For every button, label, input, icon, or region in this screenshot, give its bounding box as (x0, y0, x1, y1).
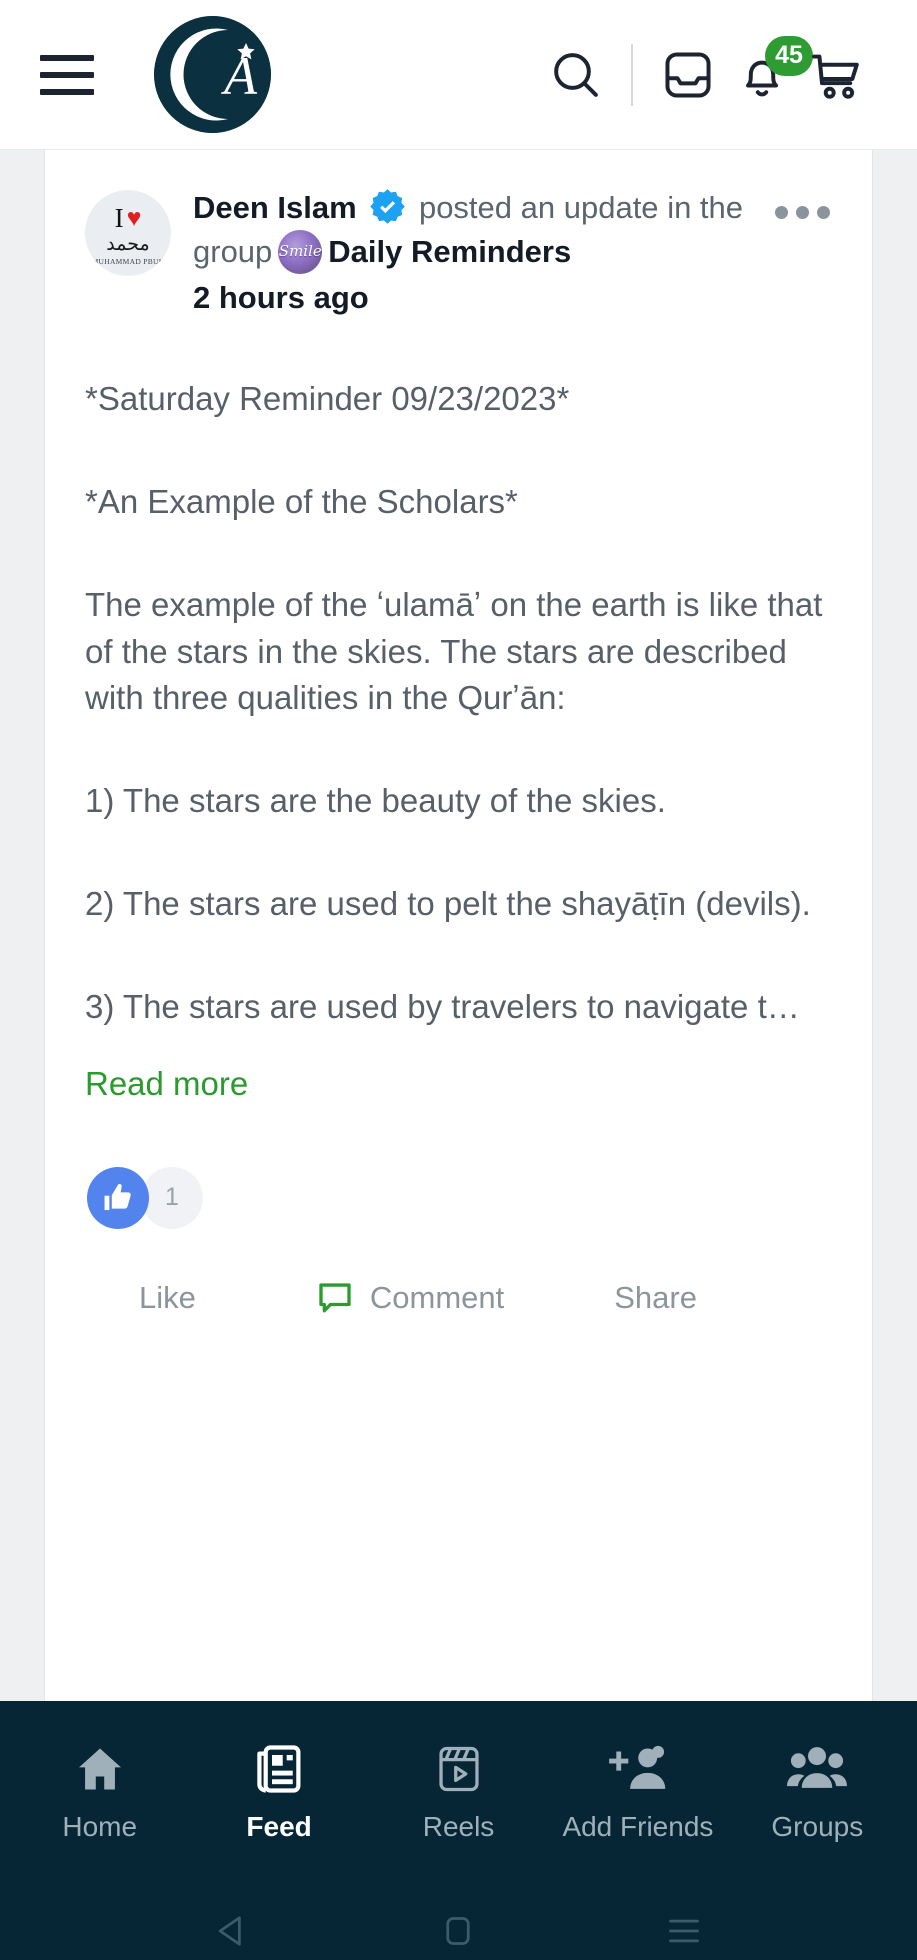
avatar-love-line: I ♥ (114, 202, 142, 233)
post-paragraph: *An Example of the Scholars* (85, 482, 518, 520)
search-icon[interactable] (539, 38, 613, 112)
bottom-navigation: Home Feed Reels Add Friends Groups (0, 1701, 917, 1879)
avatar-i-letter: I (114, 202, 124, 233)
post-paragraph: 1) The stars are the beauty of the skies… (85, 782, 666, 820)
post-author-name[interactable]: Deen Islam (193, 190, 357, 225)
svg-text:A: A (221, 46, 258, 106)
post-paragraph: 3) The stars are used by travelers to na… (85, 988, 800, 1026)
comment-button[interactable]: Comment (314, 1277, 504, 1319)
verified-badge-icon (370, 189, 406, 224)
avatar[interactable]: I ♥ محمد MUHAMMAD PBUH (85, 190, 171, 276)
like-button[interactable]: Like (139, 1280, 196, 1316)
system-back-icon[interactable] (211, 1909, 255, 1953)
home-icon (72, 1737, 128, 1797)
app-logo[interactable]: A (154, 16, 271, 133)
dot (796, 206, 809, 219)
avatar-arabic-name: محمد (106, 232, 150, 255)
android-system-bar (0, 1879, 917, 1960)
app-header: A 45 (0, 0, 917, 150)
nav-item-groups[interactable]: Groups (728, 1737, 907, 1843)
post-card: I ♥ محمد MUHAMMAD PBUH Deen Islam posted… (44, 150, 873, 1701)
group-avatar[interactable] (278, 230, 323, 275)
post-paragraph: 2) The stars are used to pelt the shayāṭ… (85, 885, 811, 923)
header-divider (631, 43, 633, 106)
post-paragraph: *Saturday Reminder 09/23/2023* (85, 380, 570, 418)
reels-icon (431, 1737, 487, 1797)
post-body: *Saturday Reminder 09/23/2023* *An Examp… (85, 376, 832, 1103)
nav-label: Home (62, 1811, 138, 1842)
post-meta: Deen Islam posted an update in the group… (193, 186, 832, 320)
hamburger-bar (40, 71, 94, 78)
crescent-star-logo-icon: A (154, 16, 271, 133)
like-label: Like (139, 1279, 196, 1315)
avatar-subtitle: MUHAMMAD PBUH (91, 256, 165, 266)
reaction-count: 1 (141, 1166, 203, 1229)
system-recents-icon[interactable] (662, 1909, 706, 1953)
hamburger-bar (40, 88, 94, 95)
thumbs-up-icon[interactable] (87, 1166, 149, 1229)
notifications-icon[interactable]: 45 (725, 35, 813, 112)
nav-item-home[interactable]: Home (10, 1737, 189, 1843)
post-paragraph: The example of the ʻulamāʼ on the earth … (85, 585, 823, 717)
header-tools: 45 (539, 35, 873, 112)
nav-label: Add Friends (562, 1811, 714, 1842)
comment-label: Comment (369, 1279, 505, 1315)
nav-item-add-friends[interactable]: Add Friends (548, 1737, 727, 1843)
feed-icon (251, 1737, 307, 1797)
groups-icon (787, 1737, 848, 1797)
share-button[interactable]: Share (614, 1280, 697, 1316)
hamburger-bar (40, 54, 94, 61)
post-timestamp: 2 hours ago (193, 280, 369, 316)
dot (817, 206, 830, 219)
heart-icon: ♥ (126, 204, 142, 232)
cart-icon[interactable] (799, 38, 873, 112)
post-header: I ♥ محمد MUHAMMAD PBUH Deen Islam posted… (85, 186, 832, 320)
dot (775, 206, 788, 219)
system-home-icon[interactable] (436, 1909, 480, 1953)
nav-label: Reels (422, 1811, 495, 1842)
share-label: Share (614, 1279, 697, 1315)
add-friends-icon (608, 1737, 668, 1797)
read-more-link[interactable]: Read more (85, 1065, 248, 1103)
post-actions: Like Comment Share (85, 1277, 832, 1319)
menu-icon[interactable] (40, 53, 94, 97)
post-action-text: posted an update (418, 190, 659, 225)
comment-bubble-icon (319, 1283, 351, 1313)
feed-scroll-area[interactable]: I ♥ محمد MUHAMMAD PBUH Deen Islam posted… (0, 150, 917, 1701)
post-group-name[interactable]: Daily Reminders (328, 234, 571, 269)
nav-item-feed[interactable]: Feed (189, 1737, 368, 1843)
nav-item-reels[interactable]: Reels (369, 1737, 548, 1843)
inbox-icon[interactable] (651, 38, 725, 112)
post-options-icon[interactable] (769, 200, 836, 225)
nav-label: Feed (246, 1811, 312, 1842)
reactions-row: 1 (85, 1166, 832, 1229)
nav-label: Groups (771, 1811, 864, 1842)
